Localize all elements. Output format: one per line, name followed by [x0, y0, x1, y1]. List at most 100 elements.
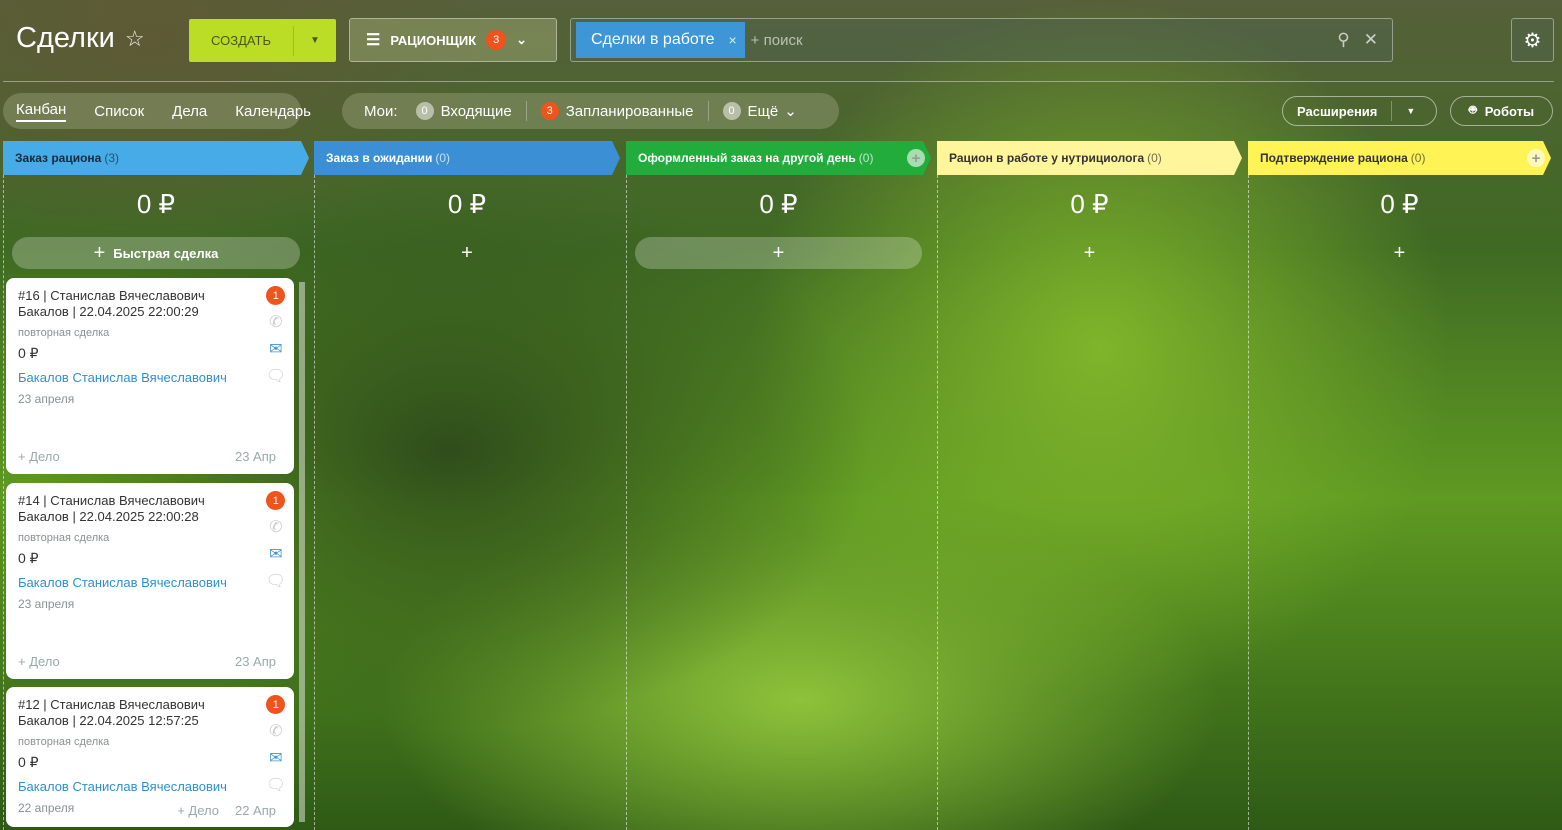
- add-task-link[interactable]: + Дело: [18, 449, 60, 464]
- mail-icon[interactable]: ✉: [269, 341, 282, 359]
- add-task-link[interactable]: + Дело: [18, 654, 60, 669]
- mail-icon[interactable]: ✉: [269, 750, 282, 768]
- tab-kanban[interactable]: Канбан: [16, 101, 67, 122]
- column-title: Рацион в работе у нутрициолога: [949, 151, 1145, 165]
- column-header[interactable]: Оформленный заказ на другой день (0) +: [626, 141, 931, 175]
- column-divider: [3, 175, 4, 830]
- extensions-button[interactable]: Расширения ▼: [1282, 96, 1437, 126]
- column-divider: [1248, 175, 1249, 830]
- add-task-link[interactable]: + Дело: [177, 803, 219, 818]
- phone-icon[interactable]: ✆: [269, 723, 282, 741]
- chip-label: Сделки в работе: [591, 31, 715, 48]
- kanban-column: Подтверждение рациона (0) + 0 ₽ +: [1248, 141, 1551, 830]
- filter-count-badge: 3: [486, 30, 507, 50]
- kanban-column: Заказ в ожидании (0) 0 ₽ +: [314, 141, 620, 830]
- plus-icon: +: [461, 241, 473, 264]
- column-header[interactable]: Рацион в работе у нутрициолога (0): [937, 141, 1242, 175]
- phone-icon[interactable]: ✆: [269, 519, 282, 537]
- deal-amount: 0 ₽: [18, 754, 39, 770]
- filter-chip[interactable]: Сделки в работе ×: [576, 22, 745, 58]
- counter-badge: 3: [540, 102, 559, 120]
- activity-badge: 1: [266, 491, 286, 510]
- close-icon[interactable]: ×: [728, 32, 736, 48]
- counter-badge: 0: [415, 102, 434, 120]
- search-input[interactable]: + поиск: [751, 32, 1338, 49]
- activity-badge: 1: [266, 695, 286, 714]
- column-divider: [937, 175, 938, 830]
- deal-client-link[interactable]: Бакалов Станислав Вячеславович: [18, 575, 282, 590]
- extensions-label: Расширения: [1297, 103, 1378, 119]
- tab-activities[interactable]: Дела: [172, 103, 207, 120]
- phone-icon[interactable]: ✆: [269, 314, 282, 332]
- column-title: Оформленный заказ на другой день: [638, 151, 856, 165]
- deal-subtitle: повторная сделка: [18, 532, 110, 544]
- column-header[interactable]: Подтверждение рациона (0) +: [1248, 141, 1551, 175]
- mail-icon[interactable]: ✉: [269, 546, 282, 564]
- deal-card[interactable]: #14 | Станислав Вячеславович Бакалов | 2…: [6, 483, 294, 679]
- deal-client-link[interactable]: Бакалов Станислав Вячеславович: [18, 779, 282, 794]
- robot-icon: 🤖︎: [1468, 102, 1477, 117]
- add-stage-icon[interactable]: +: [1527, 149, 1545, 167]
- deal-title[interactable]: #14 | Станислав Вячеславович Бакалов | 2…: [18, 493, 238, 525]
- column-header[interactable]: Заказ рациона (3): [3, 141, 309, 175]
- column-count: (0): [435, 151, 451, 165]
- deal-date: 23 апреля: [18, 597, 75, 611]
- gear-icon: ⚙: [1523, 29, 1542, 52]
- quick-deal-button[interactable]: + Быстрая сделка: [12, 237, 300, 269]
- filter-preset-button[interactable]: ☰ РАЦИОНЩИК 3 ⌄: [349, 18, 557, 62]
- clear-icon[interactable]: ✕: [1364, 30, 1378, 50]
- star-icon[interactable]: ☆: [125, 26, 145, 52]
- tab-calendar[interactable]: Календарь: [235, 103, 311, 120]
- deal-client-link[interactable]: Бакалов Станислав Вячеславович: [18, 370, 282, 385]
- column-sum: 0 ₽: [1070, 189, 1109, 219]
- column-title: Заказ в ожидании: [326, 151, 433, 165]
- plus-icon: +: [1083, 241, 1096, 264]
- add-deal-button[interactable]: +: [635, 237, 922, 269]
- column-sum: 0 ₽: [759, 189, 798, 219]
- plus-icon: +: [772, 241, 785, 264]
- deal-card[interactable]: #16 | Станислав Вячеславович Бакалов | 2…: [6, 278, 294, 474]
- column-divider: [314, 175, 315, 830]
- deal-title[interactable]: #16 | Станислав Вячеславович Бакалов | 2…: [18, 288, 238, 320]
- robots-button[interactable]: 🤖︎ Роботы: [1450, 96, 1553, 126]
- counter-planned[interactable]: Запланированные: [566, 103, 694, 120]
- add-deal-button[interactable]: +: [946, 237, 1233, 269]
- search-bar[interactable]: Сделки в работе × + поиск ⚲ ✕: [570, 18, 1393, 62]
- counter-incoming[interactable]: Входящие: [441, 103, 512, 120]
- deal-short-date: 23 Апр: [234, 449, 276, 464]
- plus-icon: +: [1393, 241, 1406, 264]
- create-button[interactable]: СОЗДАТЬ ▼: [189, 19, 336, 62]
- caret-down-icon[interactable]: ▼: [1406, 106, 1415, 116]
- deal-short-date: 22 Апр: [234, 803, 276, 818]
- add-deal-button[interactable]: +: [1257, 237, 1542, 269]
- column-scrollbar[interactable]: [299, 282, 305, 822]
- column-title: Подтверждение рациона: [1260, 151, 1408, 165]
- chat-icon[interactable]: 🗨︎: [266, 777, 286, 795]
- plus-icon: +: [93, 241, 106, 264]
- deal-card[interactable]: #12 | Станислав Вячеславович Бакалов | 2…: [6, 687, 294, 827]
- divider: [707, 101, 709, 121]
- deal-short-date: 23 Апр: [234, 654, 276, 669]
- tab-list[interactable]: Список: [94, 103, 144, 120]
- caret-down-icon[interactable]: ▼: [294, 35, 336, 46]
- settings-button[interactable]: ⚙: [1511, 18, 1554, 62]
- divider: [3, 81, 1554, 82]
- filter-label: РАЦИОНЩИК: [390, 32, 477, 48]
- quick-deal-label: Быстрая сделка: [113, 245, 219, 261]
- column-title: Заказ рациона: [15, 151, 102, 165]
- deal-title[interactable]: #12 | Станислав Вячеславович Бакалов | 2…: [18, 697, 238, 729]
- counter-more[interactable]: Ещё: [748, 103, 779, 120]
- chat-icon[interactable]: 🗨︎: [266, 573, 286, 591]
- kanban-column: Рацион в работе у нутрициолога (0) 0 ₽ +: [937, 141, 1242, 830]
- column-count: (0): [1147, 151, 1162, 165]
- add-stage-icon[interactable]: +: [907, 149, 925, 167]
- deal-subtitle: повторная сделка: [18, 327, 110, 339]
- chat-icon[interactable]: 🗨︎: [266, 368, 286, 386]
- column-header[interactable]: Заказ в ожидании (0): [314, 141, 620, 175]
- create-label: СОЗДАТЬ: [211, 33, 271, 48]
- column-count: (0): [1410, 151, 1426, 165]
- divider: [525, 101, 527, 121]
- add-deal-button[interactable]: +: [323, 237, 611, 269]
- search-icon[interactable]: ⚲: [1337, 30, 1349, 50]
- column-divider: [626, 175, 627, 830]
